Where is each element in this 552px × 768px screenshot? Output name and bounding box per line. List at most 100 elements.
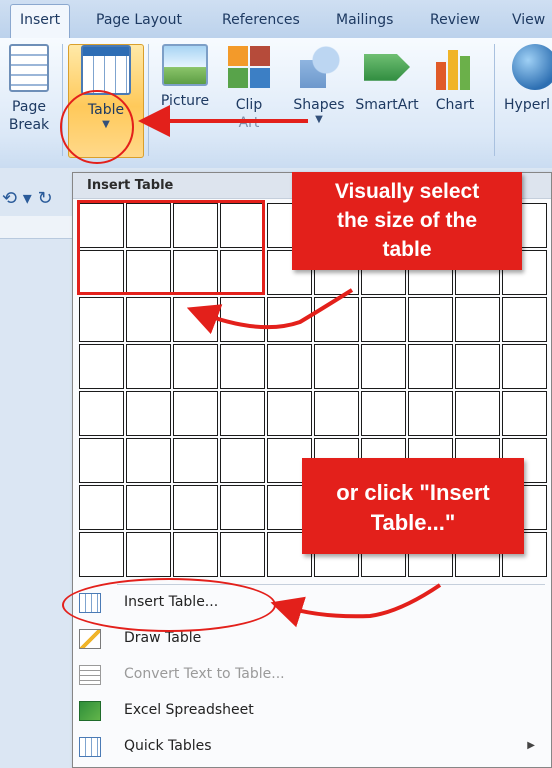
grid-cell[interactable] [173,438,218,483]
menu-item-label: Draw Table [124,630,202,646]
page-break-label-1: Page [12,99,46,115]
grid-cell[interactable] [173,532,218,577]
grid-cell[interactable] [455,391,500,436]
submenu-arrow-icon: ▶ [527,740,535,751]
grid-cell[interactable] [361,297,406,342]
page-break-label-2: Break [8,117,50,133]
hyperlink-button[interactable]: Hyperl [500,44,552,114]
grid-cell[interactable] [220,391,265,436]
grid-cell[interactable] [220,297,265,342]
picture-label: Picture [160,93,210,109]
grid-cell[interactable] [314,391,359,436]
grid-cell[interactable] [408,391,453,436]
tab-review[interactable]: Review [430,12,480,28]
table-icon [81,45,131,95]
picture-icon [162,44,208,86]
callout-line: the size of the [336,209,478,232]
shapes-icon [296,44,342,90]
hyperlink-label: Hyperl [504,97,550,113]
grid-cell[interactable] [126,532,171,577]
clip-art-label-2: Art [238,115,260,131]
page-break-icon [9,44,49,92]
smartart-icon [364,53,410,81]
grid-cell[interactable] [267,297,312,342]
grid-cell[interactable] [173,485,218,530]
excel-icon [79,701,101,721]
grid-cell[interactable] [408,297,453,342]
tab-references[interactable]: References [222,12,300,28]
grid-cell[interactable] [455,297,500,342]
grid-cell[interactable] [79,297,124,342]
draw-table-icon [79,629,101,649]
convert-text-icon [79,665,101,685]
grid-cell[interactable] [220,532,265,577]
document-area: ⟲ ▾ ↻ [0,168,72,766]
grid-cell[interactable] [126,297,171,342]
chevron-down-icon: ▼ [315,114,323,125]
grid-cell[interactable] [79,344,124,389]
chart-icon [432,44,478,90]
ribbon-tab-bar: Insert Page Layout References Mailings R… [0,0,552,39]
table-button-callout-circle [60,90,134,164]
grid-cell[interactable] [502,297,547,342]
quick-tables-icon [79,737,101,757]
clip-art-button[interactable]: Clip Art [220,44,278,132]
menu-item-excel-spreadsheet[interactable]: Excel Spreadsheet [73,694,551,728]
grid-cell[interactable] [361,391,406,436]
grid-cell[interactable] [79,391,124,436]
page-break-button[interactable]: Page Break [0,44,58,134]
grid-cell[interactable] [267,391,312,436]
grid-cell[interactable] [126,344,171,389]
grid-selection-highlight [77,200,265,295]
smartart-button[interactable]: SmartArt [352,44,422,114]
group-separator [148,44,149,156]
globe-icon [512,44,552,90]
clip-art-label-1: Clip [235,97,263,113]
menu-item-convert-text-to-table[interactable]: Convert Text to Table... [73,658,551,692]
menu-item-label: Quick Tables [124,738,212,754]
grid-cell[interactable] [314,297,359,342]
group-separator [494,44,495,156]
chart-label: Chart [435,97,475,113]
grid-cell[interactable] [220,485,265,530]
shapes-label: Shapes [293,97,345,113]
insert-table-callout-circle [62,578,276,632]
grid-cell[interactable] [79,438,124,483]
grid-cell[interactable] [502,344,547,389]
shapes-button[interactable]: Shapes ▼ [288,44,350,125]
undo-redo-icon[interactable]: ⟲ ▾ ↻ [2,188,53,209]
grid-cell[interactable] [173,344,218,389]
grid-cell[interactable] [314,344,359,389]
grid-cell[interactable] [126,438,171,483]
menu-item-quick-tables[interactable]: Quick Tables ▶ [73,730,551,764]
clip-art-icon [226,44,272,90]
grid-cell[interactable] [126,485,171,530]
picture-button[interactable]: Picture [154,44,216,110]
select-size-callout: Visually select the size of the table [292,172,522,270]
grid-cell[interactable] [173,391,218,436]
ruler [0,216,72,239]
menu-item-label: Convert Text to Table... [124,666,285,682]
grid-cell[interactable] [502,391,547,436]
tab-view[interactable]: View [512,12,545,28]
menu-item-label: Excel Spreadsheet [124,702,254,718]
grid-cell[interactable] [220,344,265,389]
grid-cell[interactable] [173,297,218,342]
grid-cell[interactable] [126,391,171,436]
grid-cell[interactable] [79,485,124,530]
tab-page-layout[interactable]: Page Layout [96,12,182,28]
grid-cell[interactable] [267,344,312,389]
grid-cell[interactable] [408,344,453,389]
smartart-label: SmartArt [355,97,419,113]
callout-line: Table..." [370,510,456,535]
callout-line: Visually select [334,180,480,203]
tab-mailings[interactable]: Mailings [336,12,393,28]
grid-cell[interactable] [79,532,124,577]
grid-cell[interactable] [361,344,406,389]
chart-button[interactable]: Chart [428,44,482,114]
grid-cell[interactable] [220,438,265,483]
grid-cell[interactable] [455,344,500,389]
tab-insert[interactable]: Insert [10,4,71,39]
callout-line: or click "Insert [336,480,490,505]
insert-table-callout: or click "Insert Table..." [302,458,524,554]
